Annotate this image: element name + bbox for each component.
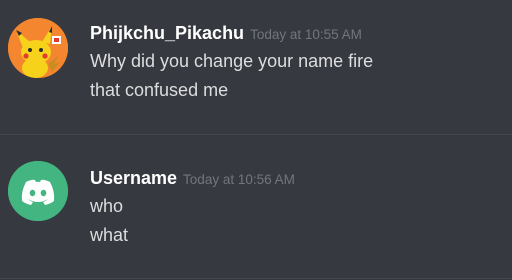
- timestamp[interactable]: Today at 10:55 AM: [250, 27, 362, 42]
- avatar[interactable]: [8, 18, 68, 78]
- message-header: Phijkchu_Pikachu Today at 10:55 AM: [90, 22, 362, 46]
- message-line: Why did you change your name fire: [90, 51, 374, 71]
- message-item: Username Today at 10:56 AM who what: [0, 135, 512, 279]
- timestamp[interactable]: Today at 10:56 AM: [183, 172, 295, 187]
- message-item: Phijkchu_Pikachu Today at 10:55 AM Why di…: [0, 0, 512, 134]
- message-content: Why did you change your name fire that c…: [90, 47, 373, 105]
- message-line: that confused me: [90, 80, 229, 100]
- message-content: who what: [90, 192, 128, 250]
- username[interactable]: Phijkchu_Pikachu: [90, 23, 244, 43]
- message-header: Username Today at 10:56 AM: [90, 167, 295, 191]
- message-divider: [0, 278, 512, 279]
- discord-logo-icon: [8, 161, 68, 221]
- username[interactable]: Username: [90, 168, 177, 188]
- avatar[interactable]: [8, 161, 68, 221]
- message-line: who: [90, 196, 124, 216]
- message-line: what: [90, 225, 129, 245]
- chat-messages: Phijkchu_Pikachu Today at 10:55 AM Why di…: [0, 0, 512, 280]
- pikachu-avatar-icon: [8, 18, 68, 78]
